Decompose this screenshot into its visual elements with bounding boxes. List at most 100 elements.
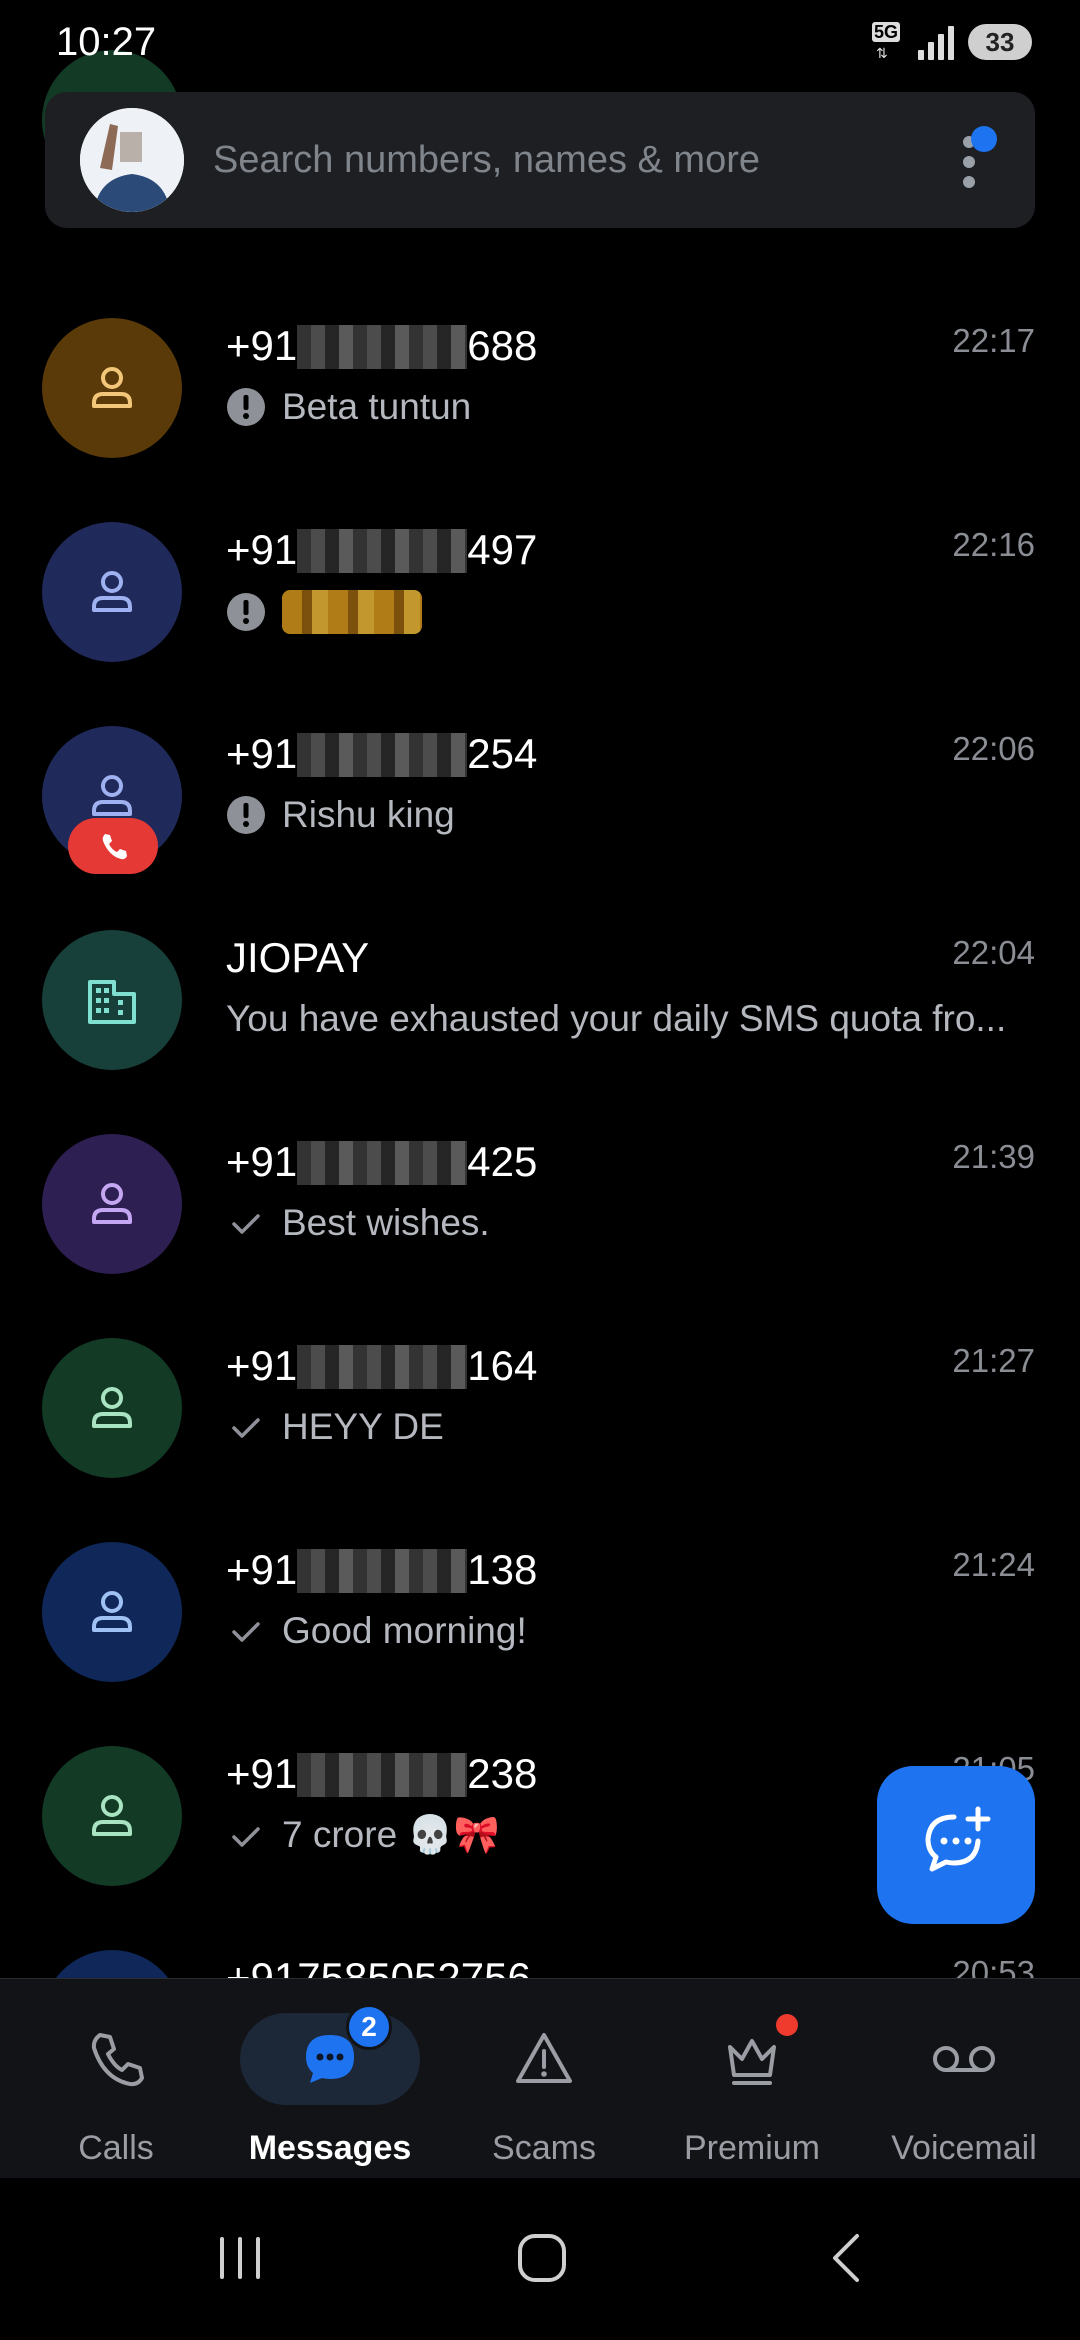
list-item[interactable]: +91 138 21:24 Good morning! [0, 1542, 1080, 1746]
signal-icon [918, 24, 958, 60]
nav-premium-label: Premium [683, 2129, 821, 2167]
message-snippet: You have exhausted your daily SMS quota … [226, 998, 1007, 1039]
contact-number: +91 238 [226, 1750, 538, 1797]
network-5g-icon: 5G ⇅ [872, 22, 901, 61]
list-item[interactable]: +91 254 22:06 Rishu king [0, 726, 1080, 930]
nav-messages-label: Messages [248, 2129, 412, 2167]
nav-scams[interactable]: Scams [436, 1979, 652, 2179]
avatar [42, 1746, 182, 1886]
contact-name: JIOPAY [226, 934, 370, 981]
message-time: 21:27 [952, 1342, 1035, 1379]
redacted-digits [297, 1752, 468, 1797]
avatar [42, 1950, 182, 1978]
contact-number: +91 688 [226, 322, 538, 369]
message-snippet [226, 590, 422, 634]
call-icon [102, 834, 127, 860]
nav-scams-label: Scams [492, 2129, 596, 2167]
message-snippet: Rishu king [226, 794, 455, 836]
redacted-digits [297, 324, 468, 369]
message-time: 21:39 [952, 1138, 1035, 1175]
new-message-button[interactable] [877, 1766, 1035, 1924]
new-message-icon [925, 1806, 991, 1872]
recent-apps-button[interactable] [180, 2218, 300, 2298]
avatar [42, 1134, 182, 1274]
avatar [42, 1542, 182, 1682]
check-icon [232, 1418, 260, 1438]
person-icon [92, 1795, 132, 1836]
message-snippet: Beta tuntun [226, 386, 471, 428]
nav-voicemail[interactable]: Voicemail [856, 1979, 1072, 2179]
battery-icon: 33 [968, 24, 1032, 60]
bottom-navigation: Calls Messages Scams Premium Voicemail [0, 1978, 1080, 2178]
list-item[interactable]: +91 425 21:39 Best wishes. [0, 1134, 1080, 1338]
contact-number: +91 164 [226, 1342, 538, 1389]
redacted-digits [297, 528, 468, 573]
alert-icon [227, 388, 265, 426]
check-icon [232, 1622, 260, 1642]
avatar [42, 1338, 182, 1478]
check-icon [232, 1826, 260, 1847]
crown-icon [728, 2039, 776, 2085]
voicemail-icon [933, 2046, 995, 2072]
message-time: 22:16 [952, 526, 1035, 563]
check-icon [232, 1214, 260, 1234]
home-button[interactable] [482, 2218, 602, 2298]
avatar [42, 522, 182, 662]
person-icon [92, 1591, 132, 1632]
contact-number: +91 497 [226, 526, 538, 573]
profile-avatar[interactable] [80, 108, 184, 212]
conversation-list[interactable]: +91 688 22:17 Beta tuntun +91 497 22:16 +9… [0, 0, 1080, 1978]
recents-icon [220, 2237, 260, 2279]
status-icons: 5G ⇅ 33 [872, 22, 1032, 62]
message-time: 22:17 [952, 322, 1035, 359]
alert-icon [227, 796, 265, 834]
avatar [42, 930, 182, 1070]
list-item[interactable]: +917585052756 20:53 [0, 1950, 1080, 1978]
business-icon [88, 980, 136, 1024]
person-icon [92, 1387, 132, 1428]
nav-messages[interactable]: Messages [222, 1979, 438, 2179]
message-time: 22:06 [952, 730, 1035, 767]
message-time: 22:04 [952, 934, 1035, 971]
redacted-digits [297, 1344, 468, 1389]
message-time: 20:53 [952, 1954, 1035, 1978]
notification-dot [971, 126, 997, 152]
person-icon [92, 571, 132, 612]
message-snippet: 7 crore 💀🎀 [226, 1814, 500, 1857]
list-item[interactable]: +91 688 22:17 Beta tuntun [0, 318, 1080, 522]
premium-notification-dot [776, 2014, 798, 2036]
back-button[interactable] [786, 2218, 906, 2298]
list-item[interactable]: JIOPAY 22:04 You have exhausted your dai… [0, 930, 1080, 1134]
system-navigation-bar [0, 2178, 1080, 2340]
redacted-emoji [282, 590, 422, 634]
message-snippet: Best wishes. [226, 1202, 490, 1244]
alert-icon [227, 593, 265, 631]
message-time: 21:24 [952, 1546, 1035, 1583]
redacted-digits [297, 1548, 468, 1593]
nav-calls[interactable]: Calls [8, 1979, 224, 2179]
profile-photo-icon [80, 108, 184, 212]
nav-premium[interactable]: Premium [644, 1979, 860, 2179]
nav-calls-label: Calls [78, 2129, 154, 2167]
redacted-digits [297, 1140, 468, 1185]
warning-icon [516, 2033, 572, 2083]
nav-voicemail-label: Voicemail [891, 2129, 1037, 2167]
message-snippet: HEYY DE [226, 1406, 444, 1448]
contact-number: +91 425 [226, 1138, 538, 1185]
avatar [42, 318, 182, 458]
person-icon [92, 775, 132, 816]
list-item[interactable]: +91 497 22:16 [0, 522, 1080, 726]
person-icon [92, 367, 132, 408]
message-snippet: Good morning! [226, 1610, 527, 1652]
redacted-digits [297, 732, 468, 777]
search-bar[interactable] [45, 92, 1035, 228]
contact-number: +91 138 [226, 1546, 538, 1593]
status-time: 10:27 [56, 20, 157, 64]
phone-icon [91, 2033, 144, 2087]
search-input[interactable] [213, 128, 833, 192]
active-call-badge[interactable] [68, 818, 158, 874]
more-options-icon[interactable] [955, 126, 997, 196]
list-item[interactable]: +91 164 21:27 HEYY DE [0, 1338, 1080, 1542]
status-bar: 10:27 5G ⇅ 33 [0, 0, 1080, 88]
messages-count-badge: 2 [346, 2004, 392, 2050]
